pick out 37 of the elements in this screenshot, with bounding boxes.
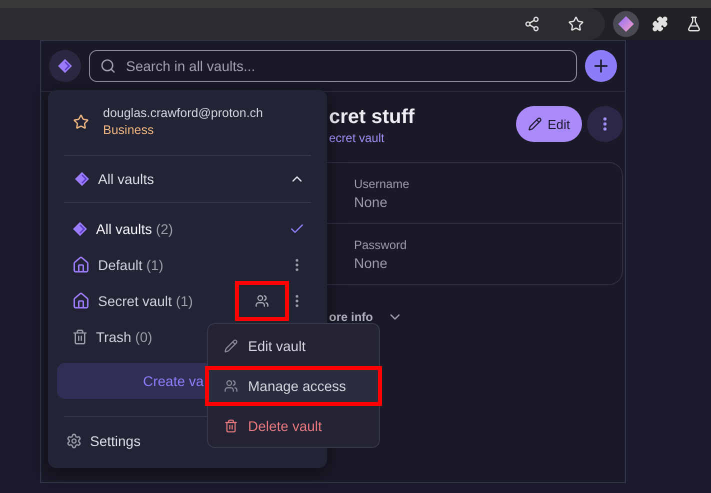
vault-item[interactable]: Secret vault (1) (64, 283, 311, 319)
vault-item[interactable]: All vaults (2) (64, 211, 311, 247)
search-field[interactable]: Search in all vaults... (89, 50, 577, 82)
account-email: douglas.crawford@proton.ch (103, 106, 263, 120)
account-plan: Business (103, 123, 155, 137)
settings-label: Settings (90, 433, 141, 449)
item-title: cret stuff (329, 106, 415, 129)
kebab-icon (603, 117, 607, 131)
trash-icon (72, 329, 88, 345)
house-icon (72, 292, 90, 310)
pencil-icon (528, 117, 542, 131)
search-icon (100, 58, 116, 74)
field-label: Password (354, 238, 408, 252)
add-button[interactable] (585, 50, 617, 82)
people-icon[interactable] (235, 281, 289, 321)
extension-icon[interactable] (613, 11, 639, 37)
field-value: None (354, 194, 388, 210)
vault-icon (74, 171, 90, 187)
people-icon (224, 378, 238, 392)
pencil-icon (224, 338, 238, 352)
vault-icon (72, 221, 88, 237)
menu-item[interactable]: Delete vault (205, 406, 382, 446)
trash-icon (224, 418, 238, 432)
more-info-label[interactable]: ore info (329, 310, 373, 324)
field-value: None (354, 254, 388, 270)
vault-filter[interactable]: All vaults (64, 156, 311, 203)
house-icon (72, 256, 90, 274)
logo-icon[interactable] (49, 50, 81, 82)
edit-button[interactable]: Edit (516, 106, 582, 142)
vault-name: ecret vault (329, 131, 386, 145)
menu-item[interactable]: Edit vault (205, 326, 382, 366)
search-input[interactable]: Search in all vaults... (124, 57, 566, 75)
menu-item[interactable]: Manage access (205, 366, 382, 406)
vault-item[interactable]: Default (1) (64, 247, 311, 283)
field-label: Username (354, 176, 410, 190)
gear-icon (66, 433, 82, 449)
star-icon (73, 114, 89, 130)
